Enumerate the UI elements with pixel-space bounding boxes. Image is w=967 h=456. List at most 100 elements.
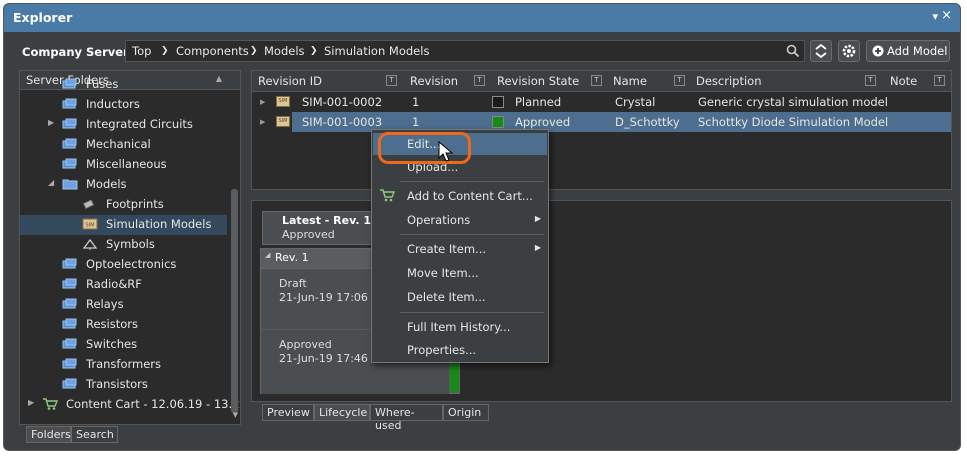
- breadcrumb-item-components[interactable]: Components: [176, 44, 249, 58]
- tree-item[interactable]: SIM Simulation Models: [20, 215, 227, 235]
- filter-icon[interactable]: T: [934, 75, 945, 86]
- chevron-right-icon: ❯: [310, 46, 318, 56]
- expand-icon[interactable]: ▶: [48, 118, 54, 127]
- menu-item-label: Full Item History...: [407, 320, 511, 334]
- menu-item-full-history[interactable]: Full Item History...: [373, 316, 547, 338]
- settings-button[interactable]: [838, 40, 860, 62]
- cell-revision-id: SIM-001-0002: [302, 95, 383, 109]
- grid-header: Revision ID T Revision T Revision State …: [252, 71, 951, 92]
- filter-icon[interactable]: T: [865, 75, 876, 86]
- close-icon[interactable]: ×: [941, 8, 952, 23]
- tree-item[interactable]: Relays: [20, 295, 230, 315]
- refresh-button[interactable]: [810, 40, 832, 62]
- menu-item-operations[interactable]: Operations ▶: [373, 209, 547, 231]
- component-icon: [62, 138, 77, 150]
- tree-item[interactable]: ▶ Content Cart - 12.06.19 - 13.26: [20, 395, 240, 415]
- cart-icon: [380, 189, 395, 202]
- add-model-label: Add Model: [887, 44, 948, 58]
- menu-item-label: Operations: [407, 213, 471, 227]
- tab-preview[interactable]: Preview: [262, 404, 314, 421]
- lifecycle-panel: Latest - Rev. 1 Approved ◢ Rev. 1 Draft …: [251, 200, 952, 402]
- menu-item-move-item[interactable]: Move Item...: [373, 262, 547, 284]
- add-model-button[interactable]: Add Model: [866, 40, 950, 62]
- tree-item[interactable]: Fuses: [20, 75, 230, 95]
- context-menu: Edit... Upload... Add to Content Cart...…: [371, 129, 549, 363]
- tree-item-label: Transistors: [86, 377, 148, 391]
- revisions-grid: Revision ID T Revision T Revision State …: [251, 70, 952, 190]
- scroll-down-icon[interactable]: ▼: [233, 411, 238, 419]
- menu-item-delete-item[interactable]: Delete Item...: [373, 286, 547, 308]
- breadcrumb-item-simulation-models[interactable]: Simulation Models: [324, 44, 429, 58]
- breadcrumb-item-top[interactable]: Top: [132, 44, 151, 58]
- component-icon: [62, 298, 77, 310]
- tab-origin[interactable]: Origin: [443, 404, 489, 421]
- tree-item[interactable]: Footprints: [20, 195, 230, 215]
- tree-item[interactable]: Radio&RF: [20, 275, 230, 295]
- window-title: Explorer: [13, 10, 73, 25]
- tree-item[interactable]: Mechanical: [20, 135, 230, 155]
- table-row[interactable]: ▶ SIM SIM-001-0002 1 Planned Crystal Gen…: [252, 92, 951, 112]
- menu-item-create-item[interactable]: Create Item... ▶: [373, 238, 547, 260]
- symbol-icon: [82, 238, 98, 250]
- filter-icon[interactable]: T: [674, 75, 685, 86]
- filter-icon[interactable]: T: [474, 75, 485, 86]
- menu-divider: [400, 181, 544, 182]
- tree-item[interactable]: Optoelectronics: [20, 255, 230, 275]
- tab-where-used[interactable]: Where-used: [370, 404, 443, 432]
- draft-state: Draft: [279, 277, 307, 290]
- component-icon: [62, 318, 77, 330]
- menu-item-properties[interactable]: Properties...: [373, 339, 547, 361]
- tree-item[interactable]: ◢ Models: [20, 175, 230, 195]
- breadcrumb-item-models[interactable]: Models: [264, 44, 305, 58]
- collapse-icon[interactable]: ◢: [265, 251, 270, 259]
- tree-item[interactable]: ▶ Integrated Circuits: [20, 115, 230, 135]
- col-revision-id[interactable]: Revision ID: [258, 74, 322, 88]
- server-folders-panel: Server Folders ▲ Fuses Inductors ▶ Integrat…: [19, 70, 241, 425]
- component-icon: [62, 338, 77, 350]
- rev-label: Rev. 1: [275, 251, 309, 264]
- menu-item-label: Delete Item...: [407, 290, 486, 304]
- tree-item[interactable]: Miscellaneous: [20, 155, 230, 175]
- menu-item-add-to-cart[interactable]: Add to Content Cart...: [373, 185, 547, 207]
- expand-icon[interactable]: ▶: [28, 398, 34, 407]
- approved-state: Approved: [279, 338, 332, 351]
- tree-item[interactable]: Switches: [20, 335, 230, 355]
- col-note[interactable]: Note: [890, 74, 917, 88]
- draft-date: 21-Jun-19 17:06: [279, 291, 368, 304]
- collapse-icon[interactable]: ◢: [48, 178, 54, 187]
- component-icon: [62, 258, 77, 270]
- approved-date: 21-Jun-19 17:46: [279, 352, 368, 365]
- tab-folders[interactable]: Folders: [26, 426, 71, 443]
- tab-search[interactable]: Search: [71, 426, 118, 443]
- explorer-window: Explorer ▾ × Company Server ▾ Top ❯ Comp…: [3, 3, 961, 451]
- simulation-model-icon: SIM: [276, 96, 290, 107]
- tree-item[interactable]: Resistors: [20, 315, 230, 335]
- filter-icon[interactable]: T: [591, 75, 602, 86]
- col-revision-state[interactable]: Revision State: [497, 74, 579, 88]
- search-icon[interactable]: [786, 44, 800, 58]
- menu-item-label: Add to Content Cart...: [407, 189, 533, 203]
- svg-text:SIM: SIM: [86, 223, 95, 229]
- tree-item[interactable]: Symbols: [20, 235, 230, 255]
- tree-item[interactable]: Transformers: [20, 355, 230, 375]
- tree-item-label: Fuses: [86, 77, 119, 91]
- col-name[interactable]: Name: [613, 74, 647, 88]
- col-description[interactable]: Description: [696, 74, 762, 88]
- tree-item[interactable]: Transistors: [20, 375, 230, 395]
- pin-icon[interactable]: ▾: [932, 10, 938, 23]
- toolbar: Company Server ▾ Top ❯ Components ❯ Mode…: [4, 32, 960, 68]
- expand-icon[interactable]: ▶: [260, 98, 265, 106]
- latest-title: Latest - Rev. 1: [282, 214, 372, 227]
- cell-name: D_Schottky: [615, 115, 680, 129]
- tab-lifecycle[interactable]: Lifecycle: [314, 404, 370, 421]
- simulation-model-icon: SIM: [82, 218, 98, 230]
- tree-item[interactable]: Inductors: [20, 95, 230, 115]
- expand-icon[interactable]: ▶: [260, 118, 265, 126]
- filter-icon[interactable]: T: [386, 75, 397, 86]
- menu-divider: [400, 312, 544, 313]
- component-icon: [62, 358, 77, 370]
- scrollbar[interactable]: [231, 189, 238, 413]
- server-selector[interactable]: Company Server ▾: [22, 45, 137, 59]
- col-revision[interactable]: Revision: [410, 74, 458, 88]
- cell-state: Planned: [515, 95, 562, 109]
